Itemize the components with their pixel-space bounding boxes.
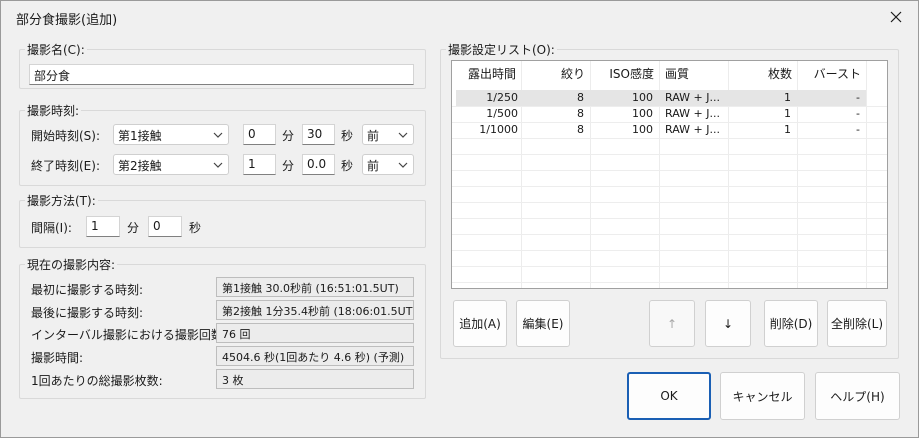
cell-aperture: 8	[577, 107, 584, 120]
cell-quality: RAW + J...	[665, 107, 720, 120]
cell-count: 1	[784, 123, 791, 136]
column-header-aperture[interactable]: 絞り	[522, 65, 591, 88]
chevron-down-icon	[398, 132, 408, 138]
start-seconds-input[interactable]: 30	[302, 124, 335, 145]
interval-count-value: 76 回	[216, 323, 414, 343]
cell-exposure: 1/1000	[479, 123, 518, 136]
last-shot-time-label: 最後に撮影する時刻:	[31, 306, 144, 320]
start-seconds-unit: 秒	[341, 129, 354, 143]
row-grid-line	[452, 282, 887, 283]
interval-minutes-input[interactable]: 1	[86, 216, 120, 237]
start-minutes-input[interactable]: 0	[243, 124, 276, 145]
close-icon	[890, 11, 902, 23]
first-shot-time-value: 第1接触 30.0秒前 (16:51:01.5UT)	[216, 277, 414, 297]
end-direction-select[interactable]: 前	[362, 154, 414, 175]
interval-seconds-unit: 秒	[189, 221, 202, 235]
start-event-value: 第1接触	[118, 129, 162, 143]
start-direction-select[interactable]: 前	[362, 124, 414, 145]
row-grid-line	[452, 170, 887, 171]
end-seconds-input[interactable]: 0.0	[302, 154, 335, 175]
end-minutes-unit: 分	[282, 159, 295, 173]
close-button[interactable]	[882, 4, 910, 30]
chevron-down-icon	[398, 162, 408, 168]
time-group-label: 撮影時刻:	[25, 102, 82, 119]
summary-group-label: 現在の撮影内容:	[25, 256, 118, 273]
chevron-down-icon	[213, 132, 223, 138]
cell-aperture: 8	[577, 91, 584, 104]
shots-per-round-label: 1回あたりの総撮影枚数:	[31, 374, 163, 388]
last-shot-time-value: 第2接触 1分35.4秒前 (18:06:01.5UT)	[216, 300, 414, 320]
start-event-select[interactable]: 第1接触	[113, 124, 229, 145]
row-grid-line	[452, 250, 887, 251]
shooting-name-input[interactable]: 部分食	[29, 64, 414, 85]
cell-burst: -	[856, 107, 860, 120]
title-bar: 部分食撮影(追加)	[1, 1, 918, 33]
interval-label: 間隔(I):	[31, 221, 72, 235]
cell-burst: -	[856, 123, 860, 136]
end-minutes-input[interactable]: 1	[243, 154, 276, 175]
column-header-iso[interactable]: ISO感度	[591, 65, 660, 88]
row-grid-line	[452, 266, 887, 267]
cell-exposure: 1/500	[486, 107, 518, 120]
start-direction-value: 前	[367, 129, 380, 143]
ok-button[interactable]: OK	[627, 372, 711, 420]
move-up-button[interactable]: ↑	[649, 300, 695, 347]
shooting-duration-value: 4504.6 秒(1回あたり 4.6 秒) (予測)	[216, 346, 414, 366]
dialog-window: 部分食撮影(追加) 撮影名(C): 部分食 撮影時刻: 開始時刻(S): 第1接…	[0, 0, 919, 438]
method-group-label: 撮影方法(T):	[25, 192, 98, 209]
row-grid-line	[452, 138, 887, 139]
delete-all-button[interactable]: 全削除(L)	[827, 300, 887, 347]
end-event-select[interactable]: 第2接触	[113, 154, 229, 175]
row-grid-line	[452, 202, 887, 203]
row-grid-line	[452, 186, 887, 187]
column-header-burst[interactable]: バースト	[798, 65, 867, 88]
interval-seconds-input[interactable]: 0	[148, 216, 182, 237]
shots-per-round-value: 3 枚	[216, 369, 414, 389]
cell-quality: RAW + J...	[665, 123, 720, 136]
end-time-label: 終了時刻(E):	[31, 159, 100, 173]
cell-exposure: 1/250	[486, 91, 518, 104]
cell-count: 1	[784, 107, 791, 120]
shooting-duration-label: 撮影時間:	[31, 351, 84, 365]
cell-iso: 100	[632, 107, 653, 120]
table-row[interactable]: 1/1000 8 100 RAW + J... 1 -	[456, 122, 866, 138]
start-minutes-unit: 分	[282, 129, 295, 143]
interval-count-label: インターバル撮影における撮影回数:	[31, 328, 227, 342]
end-event-value: 第2接触	[118, 159, 162, 173]
settings-list-label: 撮影設定リスト(O):	[446, 41, 557, 58]
row-grid-line	[452, 154, 887, 155]
column-header-exposure[interactable]: 露出時間	[452, 65, 522, 88]
help-button[interactable]: ヘルプ(H)	[815, 372, 900, 420]
settings-list[interactable]: 露出時間 絞り ISO感度 画質 枚数 バースト 1/250 8 100 RAW…	[451, 60, 888, 289]
edit-button[interactable]: 編集(E)	[516, 300, 570, 347]
start-time-label: 開始時刻(S):	[31, 129, 101, 143]
delete-button[interactable]: 削除(D)	[764, 300, 818, 347]
interval-minutes-unit: 分	[127, 221, 140, 235]
cell-iso: 100	[632, 123, 653, 136]
cell-aperture: 8	[577, 123, 584, 136]
name-group-label: 撮影名(C):	[25, 41, 87, 58]
first-shot-time-label: 最初に撮影する時刻:	[31, 283, 144, 297]
chevron-down-icon	[213, 162, 223, 168]
add-button[interactable]: 追加(A)	[453, 300, 507, 347]
end-direction-value: 前	[367, 159, 380, 173]
column-header-quality[interactable]: 画質	[665, 65, 729, 88]
cell-count: 1	[784, 91, 791, 104]
row-grid-line	[452, 218, 887, 219]
cell-iso: 100	[632, 91, 653, 104]
cell-burst: -	[856, 91, 860, 104]
column-header-count[interactable]: 枚数	[729, 65, 798, 88]
table-row-selected[interactable]: 1/250 8 100 RAW + J... 1 -	[456, 90, 866, 106]
move-down-button[interactable]: ↓	[705, 300, 751, 347]
cell-quality: RAW + J...	[665, 91, 720, 104]
end-seconds-unit: 秒	[341, 159, 354, 173]
table-row[interactable]: 1/500 8 100 RAW + J... 1 -	[456, 106, 866, 122]
dialog-title: 部分食撮影(追加)	[16, 13, 118, 28]
cancel-button[interactable]: キャンセル	[720, 372, 805, 420]
row-grid-line	[452, 234, 887, 235]
